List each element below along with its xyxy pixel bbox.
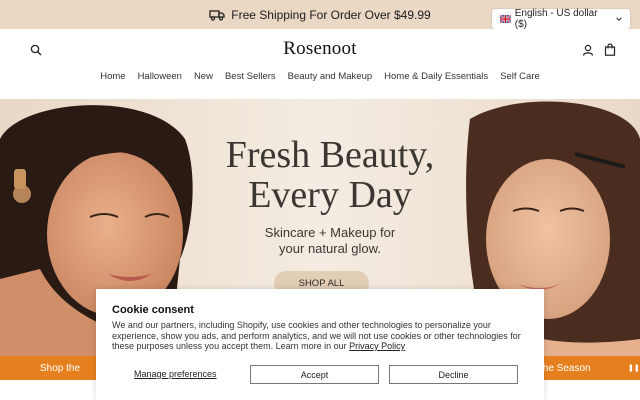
nav-home[interactable]: Home: [100, 71, 125, 82]
hero-copy: Fresh Beauty, Every Day Skincare + Makeu…: [200, 135, 460, 257]
hero-title-line1: Fresh Beauty,: [225, 134, 435, 176]
truck-icon: [209, 9, 225, 21]
manage-preferences-link[interactable]: Manage preferences: [134, 369, 217, 379]
privacy-policy-link[interactable]: Privacy Policy: [349, 341, 405, 351]
cookie-consent-dialog: Cookie consent We and our partners, incl…: [96, 289, 544, 400]
cookie-title: Cookie consent: [112, 304, 194, 316]
locale-label: English - US dollar ($): [514, 8, 598, 30]
pause-icon[interactable]: ❚❚: [628, 364, 640, 372]
decline-button[interactable]: Decline: [389, 365, 518, 384]
announcement-text: Free Shipping For Order Over $49.99: [231, 7, 431, 22]
main-nav: Home Halloween New Best Sellers Beauty a…: [0, 71, 640, 82]
locale-selector[interactable]: English - US dollar ($): [492, 8, 630, 30]
nav-best-sellers[interactable]: Best Sellers: [225, 71, 276, 82]
promo-left-text[interactable]: Shop the: [40, 363, 80, 374]
chevron-down-icon: [616, 17, 622, 21]
nav-home-daily[interactable]: Home & Daily Essentials: [384, 71, 488, 82]
site-logo[interactable]: Rosenoot: [0, 38, 640, 60]
accept-button[interactable]: Accept: [250, 365, 379, 384]
nav-new[interactable]: New: [194, 71, 213, 82]
cookie-body: We and our partners, including Shopify, …: [112, 320, 528, 352]
promo-right-text[interactable]: the Season: [540, 363, 591, 374]
cookie-actions: Manage preferences Accept Decline: [112, 365, 528, 384]
hero-subtitle-line2: your natural glow.: [279, 241, 381, 256]
uk-flag-icon: [500, 15, 511, 23]
hero-title-line2: Every Day: [248, 174, 412, 216]
nav-self-care[interactable]: Self Care: [500, 71, 540, 82]
nav-beauty-makeup[interactable]: Beauty and Makeup: [288, 71, 373, 82]
site-header: Rosenoot Home Halloween New Best Sellers…: [0, 29, 640, 99]
nav-halloween[interactable]: Halloween: [138, 71, 182, 82]
cart-bag-icon[interactable]: [604, 43, 616, 56]
hero-subtitle-line1: Skincare + Makeup for: [264, 225, 396, 240]
cookie-body-text: We and our partners, including Shopify, …: [112, 320, 521, 351]
account-icon[interactable]: [582, 44, 594, 56]
